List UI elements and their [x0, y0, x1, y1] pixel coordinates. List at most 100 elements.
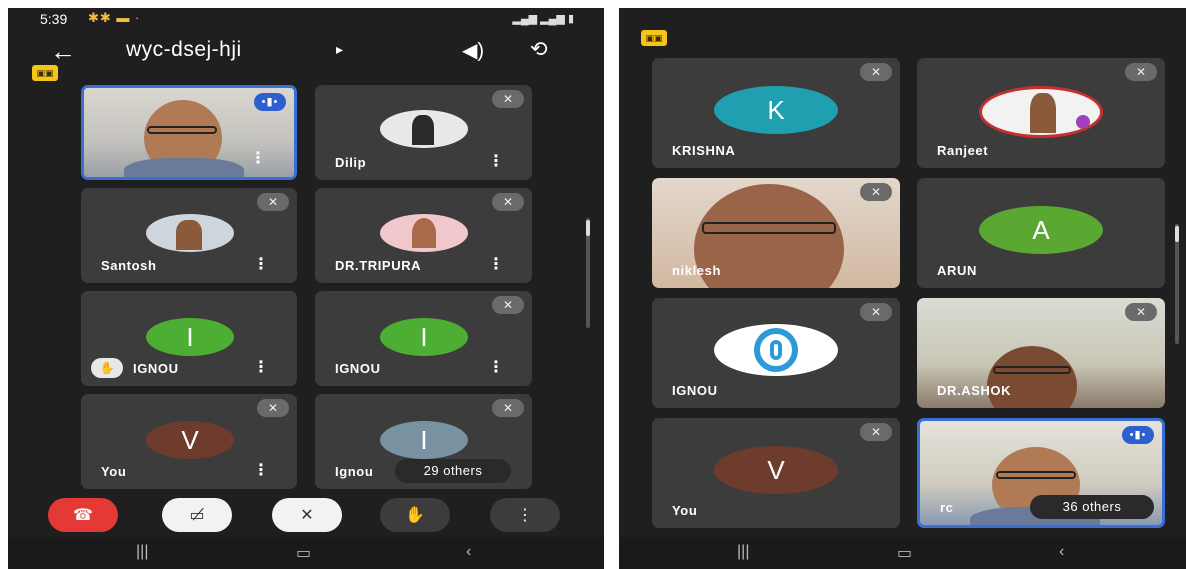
participant-tile[interactable]: ✕ Ranjeet [917, 58, 1165, 168]
participant-tile-self[interactable]: V ✕ You [652, 418, 900, 528]
participant-tile[interactable]: ✕ niklesh [652, 178, 900, 288]
participant-avatar: I [380, 421, 468, 459]
participant-face [987, 346, 1077, 408]
meeting-header: ← wyc-dsej-hji ▸ ◀) ⟲ [8, 32, 604, 72]
mic-toggle-button[interactable]: ✕ [272, 498, 342, 532]
participant-name: rc [940, 500, 954, 515]
scrollbar-thumb[interactable] [1175, 226, 1179, 242]
scrollbar-thumb[interactable] [586, 220, 590, 236]
participant-name: DR.TRIPURA [335, 258, 422, 273]
scroll-track[interactable] [1175, 224, 1179, 344]
more-options-icon[interactable]: ⋮ [253, 254, 269, 274]
participant-name: You [101, 464, 127, 479]
hang-up-icon: ☎ [73, 507, 93, 524]
mic-off-icon: ✕ [300, 507, 314, 524]
participant-name: IGNOU [672, 383, 718, 398]
mic-off-icon: ✕ [860, 63, 892, 81]
participant-photo [146, 214, 234, 252]
phone-screen-right: ▣▣ K ✕ KRISHNA ✕ Ranjeet ✕ niklesh A ARU… [619, 8, 1186, 569]
mic-off-icon: ✕ [492, 399, 524, 417]
participant-tile[interactable]: I ✕ IGNOU ⋮ [315, 291, 532, 386]
system-nav-bar: ||| ▭ ‹ [8, 537, 604, 569]
participant-tile[interactable]: ✕ DR.ASHOK [917, 298, 1165, 408]
status-time: 5:39 [40, 11, 68, 27]
back-icon[interactable]: ‹ [1059, 543, 1064, 561]
participant-avatar: I [380, 318, 468, 356]
speaking-indicator-icon: •▮• [1122, 426, 1154, 444]
glasses [147, 126, 217, 134]
participant-photo [380, 214, 468, 252]
mic-off-icon: ✕ [860, 423, 892, 441]
participant-name: Santosh [101, 258, 157, 273]
more-options-icon[interactable]: ⋮ [250, 148, 266, 168]
camera-switch-icon[interactable]: ⟲ [530, 37, 548, 62]
glasses [996, 471, 1076, 479]
participant-name: ARUN [937, 263, 977, 278]
participant-tile[interactable]: ✕ DR.TRIPURA ⋮ [315, 188, 532, 283]
participant-name: KRISHNA [672, 143, 736, 158]
participant-tile[interactable]: A ARUN [917, 178, 1165, 288]
status-bar: 5:39 ✱✱ ▬ · ▂▄▆ ▂▄▆ ▮ [8, 8, 604, 32]
more-actions-button[interactable]: ⋮ [490, 498, 560, 532]
mic-off-icon: ✕ [860, 303, 892, 321]
participant-name: Ranjeet [937, 143, 989, 158]
phone-screen-left: 5:39 ✱✱ ▬ · ▂▄▆ ▂▄▆ ▮ ← wyc-dsej-hji ▸ ◀… [8, 8, 604, 569]
participant-photo [979, 86, 1103, 138]
home-icon[interactable]: ▭ [897, 543, 912, 563]
camera-toggle-button[interactable]: ▭̸ [162, 498, 232, 532]
mic-off-icon: ✕ [492, 193, 524, 211]
more-options-icon[interactable]: ⋮ [488, 151, 504, 171]
glasses [993, 366, 1071, 374]
hand-icon: ✋ [405, 507, 425, 524]
recents-icon[interactable]: ||| [737, 543, 749, 561]
participant-tile[interactable]: ✕ Dilip ⋮ [315, 85, 532, 180]
back-icon[interactable]: ‹ [466, 543, 471, 561]
speaker-icon[interactable]: ◀) [462, 38, 484, 63]
recents-icon[interactable]: ||| [136, 543, 148, 561]
glasses [702, 222, 836, 234]
others-count-chip[interactable]: 29 others [395, 459, 511, 483]
mic-off-icon: ✕ [257, 193, 289, 211]
meeting-title[interactable]: wyc-dsej-hji [126, 38, 242, 62]
participant-tile[interactable]: ✕ IGNOU [652, 298, 900, 408]
participant-name: You [672, 503, 698, 518]
notification-icons: ✱✱ ▬ · [88, 10, 141, 25]
end-call-button[interactable]: ☎ [48, 498, 118, 532]
participant-tile[interactable]: I ✕ Ignou 29 others [315, 394, 532, 489]
more-options-icon[interactable]: ⋮ [253, 357, 269, 377]
participant-name: IGNOU [133, 361, 179, 376]
more-options-icon[interactable]: ⋮ [488, 254, 504, 274]
more-options-icon: ⋮ [517, 507, 533, 524]
mic-off-icon: ✕ [860, 183, 892, 201]
participant-name: IGNOU [335, 361, 381, 376]
participant-avatar: I [146, 318, 234, 356]
participant-avatar: V [146, 421, 234, 459]
participant-name: Ignou [335, 464, 374, 479]
participant-photo [380, 110, 468, 148]
chevron-right-icon[interactable]: ▸ [336, 41, 343, 58]
live-caption-badge: ▣▣ [32, 65, 58, 81]
home-icon[interactable]: ▭ [296, 543, 311, 563]
participant-tile-self[interactable]: V ✕ You ⋮ [81, 394, 297, 489]
raised-hand-icon: ✋ [91, 358, 123, 378]
participant-tile-active-speaker[interactable]: •▮• rc 36 others [917, 418, 1165, 528]
more-options-icon[interactable]: ⋮ [488, 357, 504, 377]
participant-name: niklesh [672, 263, 721, 278]
back-arrow-icon[interactable]: ← [50, 36, 76, 67]
more-options-icon[interactable]: ⋮ [253, 460, 269, 480]
mic-off-icon: ✕ [1125, 63, 1157, 81]
participant-tile[interactable]: I ✋ IGNOU ⋮ [81, 291, 297, 386]
participant-tile-active-speaker[interactable]: •▮• ⋮ [81, 85, 297, 180]
others-count-chip[interactable]: 36 others [1030, 495, 1154, 519]
participant-avatar: V [714, 446, 838, 494]
participant-tile[interactable]: K ✕ KRISHNA [652, 58, 900, 168]
camera-off-icon: ▭̸ [189, 507, 205, 524]
mic-off-icon: ✕ [492, 90, 524, 108]
participant-avatar: A [979, 206, 1103, 254]
participant-avatar: K [714, 86, 838, 134]
participant-tile[interactable]: ✕ Santosh ⋮ [81, 188, 297, 283]
mic-off-icon: ✕ [492, 296, 524, 314]
signal-battery-icons: ▂▄▆ ▂▄▆ ▮ [512, 13, 574, 25]
system-nav-bar: ||| ▭ ‹ [619, 537, 1186, 569]
raise-hand-button[interactable]: ✋ [380, 498, 450, 532]
